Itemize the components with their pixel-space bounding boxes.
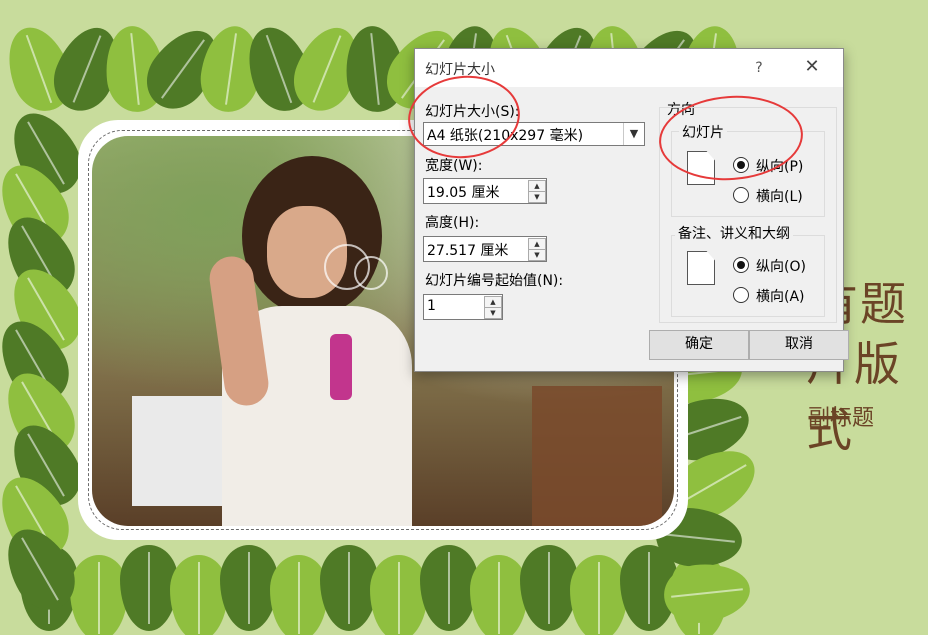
chevron-down-icon[interactable]: ▼ xyxy=(623,123,644,145)
notes-landscape-radio[interactable] xyxy=(733,287,749,303)
notes-orientation-label: 备注、讲义和大纲 xyxy=(675,223,793,243)
photo-bubble-bottle xyxy=(330,334,352,400)
photo-chair xyxy=(532,386,662,526)
notes-portrait-document-icon xyxy=(687,251,715,285)
ok-button[interactable]: 确定 xyxy=(649,330,749,360)
slides-landscape-radio[interactable] xyxy=(733,187,749,203)
notes-portrait-label[interactable]: 纵向(O) xyxy=(756,256,806,276)
height-value[interactable]: 27.517 厘米 xyxy=(427,240,508,260)
width-down-arrow-icon[interactable]: ▼ xyxy=(528,191,546,203)
start-number-value[interactable]: 1 xyxy=(427,298,436,314)
leaf-icon xyxy=(370,555,428,635)
slides-landscape-label[interactable]: 横向(L) xyxy=(756,186,803,206)
notes-landscape-label[interactable]: 横向(A) xyxy=(756,286,805,306)
notes-portrait-radio[interactable] xyxy=(733,257,749,273)
slide-subtitle: 副标题 xyxy=(808,406,875,431)
height-down-arrow-icon[interactable]: ▼ xyxy=(528,249,546,261)
leaf-icon xyxy=(270,555,328,635)
start-number-stepper[interactable]: 1 ▲ ▼ xyxy=(423,294,503,320)
start-number-down-arrow-icon[interactable]: ▼ xyxy=(484,307,502,319)
leaf-icon xyxy=(570,555,628,635)
width-value[interactable]: 19.05 厘米 xyxy=(427,182,500,202)
photo-bubble xyxy=(354,256,388,290)
leaf-icon xyxy=(470,555,528,635)
width-stepper[interactable]: 19.05 厘米 ▲ ▼ xyxy=(423,178,547,204)
cancel-button[interactable]: 取消 xyxy=(749,330,849,360)
help-button[interactable]: ? xyxy=(747,55,771,81)
close-button[interactable]: ✕ xyxy=(795,53,829,81)
leaf-icon xyxy=(170,555,228,635)
height-stepper[interactable]: 27.517 厘米 ▲ ▼ xyxy=(423,236,547,262)
height-label: 高度(H): xyxy=(425,215,480,231)
start-number-label: 幻灯片编号起始值(N): xyxy=(425,273,564,289)
leaf-icon xyxy=(70,555,128,635)
